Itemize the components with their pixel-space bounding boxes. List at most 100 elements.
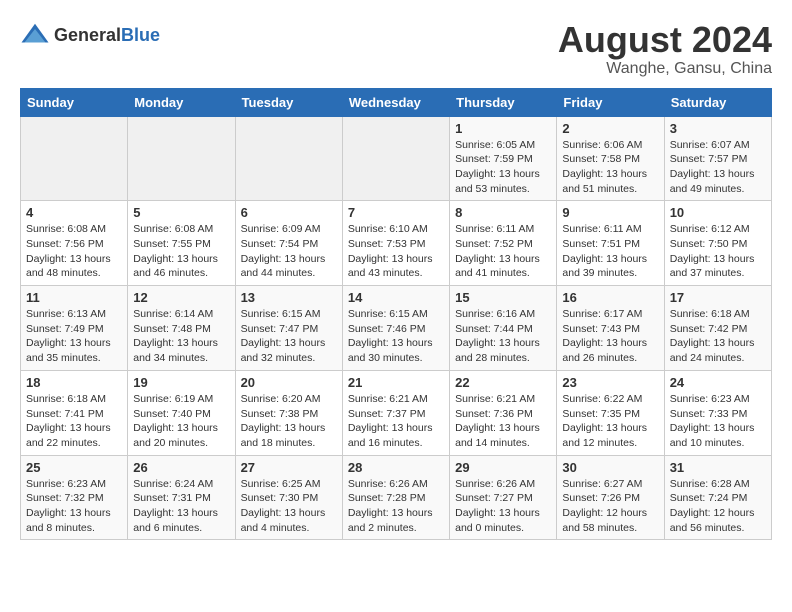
day-info: Sunrise: 6:26 AM Sunset: 7:27 PM Dayligh… <box>455 477 551 536</box>
day-info: Sunrise: 6:22 AM Sunset: 7:35 PM Dayligh… <box>562 392 658 451</box>
calendar-cell <box>235 116 342 201</box>
day-number: 21 <box>348 375 444 390</box>
day-info: Sunrise: 6:06 AM Sunset: 7:58 PM Dayligh… <box>562 138 658 197</box>
day-info: Sunrise: 6:16 AM Sunset: 7:44 PM Dayligh… <box>455 307 551 366</box>
calendar-cell: 2 Sunrise: 6:06 AM Sunset: 7:58 PM Daylig… <box>557 116 664 201</box>
day-number: 26 <box>133 460 229 475</box>
calendar-cell: 19 Sunrise: 6:19 AM Sunset: 7:40 PM Dayli… <box>128 370 235 455</box>
day-info: Sunrise: 6:09 AM Sunset: 7:54 PM Dayligh… <box>241 222 337 281</box>
calendar-body: 1 Sunrise: 6:05 AM Sunset: 7:59 PM Daylig… <box>21 116 772 540</box>
calendar-header: SundayMondayTuesdayWednesdayThursdayFrid… <box>21 88 772 116</box>
day-info: Sunrise: 6:21 AM Sunset: 7:36 PM Dayligh… <box>455 392 551 451</box>
calendar-cell: 10Sunrise: 6:12 AM Sunset: 7:50 PM Dayli… <box>664 201 771 286</box>
calendar-cell: 4 Sunrise: 6:08 AM Sunset: 7:56 PM Daylig… <box>21 201 128 286</box>
day-number: 11 <box>26 290 122 305</box>
day-info: Sunrise: 6:21 AM Sunset: 7:37 PM Dayligh… <box>348 392 444 451</box>
calendar-cell: 25 Sunrise: 6:23 AM Sunset: 7:32 PM Dayli… <box>21 455 128 540</box>
day-info: Sunrise: 6:08 AM Sunset: 7:55 PM Dayligh… <box>133 222 229 281</box>
day-info: Sunrise: 6:18 AM Sunset: 7:41 PM Dayligh… <box>26 392 122 451</box>
calendar-cell: 12 Sunrise: 6:14 AM Sunset: 7:48 PM Dayli… <box>128 286 235 371</box>
calendar-cell: 9Sunrise: 6:11 AM Sunset: 7:51 PM Daylig… <box>557 201 664 286</box>
day-number: 14 <box>348 290 444 305</box>
day-number: 15 <box>455 290 551 305</box>
logo-general: General <box>54 25 121 45</box>
day-info: Sunrise: 6:08 AM Sunset: 7:56 PM Dayligh… <box>26 222 122 281</box>
calendar-cell: 29 Sunrise: 6:26 AM Sunset: 7:27 PM Dayli… <box>450 455 557 540</box>
calendar-cell: 30 Sunrise: 6:27 AM Sunset: 7:26 PM Dayli… <box>557 455 664 540</box>
day-info: Sunrise: 6:15 AM Sunset: 7:47 PM Dayligh… <box>241 307 337 366</box>
day-number: 22 <box>455 375 551 390</box>
day-number: 5 <box>133 205 229 220</box>
week-row-5: 25 Sunrise: 6:23 AM Sunset: 7:32 PM Dayli… <box>21 455 772 540</box>
calendar-cell: 27 Sunrise: 6:25 AM Sunset: 7:30 PM Dayli… <box>235 455 342 540</box>
day-info: Sunrise: 6:07 AM Sunset: 7:57 PM Dayligh… <box>670 138 766 197</box>
day-number: 29 <box>455 460 551 475</box>
logo-blue: Blue <box>121 25 160 45</box>
day-number: 2 <box>562 121 658 136</box>
day-info: Sunrise: 6:23 AM Sunset: 7:32 PM Dayligh… <box>26 477 122 536</box>
day-info: Sunrise: 6:27 AM Sunset: 7:26 PM Dayligh… <box>562 477 658 536</box>
calendar-cell <box>21 116 128 201</box>
calendar-cell: 18 Sunrise: 6:18 AM Sunset: 7:41 PM Dayli… <box>21 370 128 455</box>
week-row-1: 1 Sunrise: 6:05 AM Sunset: 7:59 PM Daylig… <box>21 116 772 201</box>
day-number: 24 <box>670 375 766 390</box>
calendar-cell: 6Sunrise: 6:09 AM Sunset: 7:54 PM Daylig… <box>235 201 342 286</box>
day-number: 12 <box>133 290 229 305</box>
calendar-cell <box>342 116 449 201</box>
calendar-cell: 21 Sunrise: 6:21 AM Sunset: 7:37 PM Dayli… <box>342 370 449 455</box>
week-row-2: 4 Sunrise: 6:08 AM Sunset: 7:56 PM Daylig… <box>21 201 772 286</box>
header-row: SundayMondayTuesdayWednesdayThursdayFrid… <box>21 88 772 116</box>
day-info: Sunrise: 6:24 AM Sunset: 7:31 PM Dayligh… <box>133 477 229 536</box>
title-block: August 2024 Wanghe, Gansu, China <box>558 20 772 78</box>
day-info: Sunrise: 6:11 AM Sunset: 7:52 PM Dayligh… <box>455 222 551 281</box>
day-number: 25 <box>26 460 122 475</box>
logo-text: GeneralBlue <box>54 25 160 46</box>
day-info: Sunrise: 6:20 AM Sunset: 7:38 PM Dayligh… <box>241 392 337 451</box>
calendar-cell: 23 Sunrise: 6:22 AM Sunset: 7:35 PM Dayli… <box>557 370 664 455</box>
calendar-cell: 11 Sunrise: 6:13 AM Sunset: 7:49 PM Dayli… <box>21 286 128 371</box>
day-number: 23 <box>562 375 658 390</box>
calendar-cell: 7Sunrise: 6:10 AM Sunset: 7:53 PM Daylig… <box>342 201 449 286</box>
day-number: 16 <box>562 290 658 305</box>
day-number: 4 <box>26 205 122 220</box>
week-row-4: 18 Sunrise: 6:18 AM Sunset: 7:41 PM Dayli… <box>21 370 772 455</box>
header-day-tuesday: Tuesday <box>235 88 342 116</box>
day-info: Sunrise: 6:25 AM Sunset: 7:30 PM Dayligh… <box>241 477 337 536</box>
day-number: 17 <box>670 290 766 305</box>
calendar-cell: 5 Sunrise: 6:08 AM Sunset: 7:55 PM Daylig… <box>128 201 235 286</box>
day-info: Sunrise: 6:10 AM Sunset: 7:53 PM Dayligh… <box>348 222 444 281</box>
day-info: Sunrise: 6:19 AM Sunset: 7:40 PM Dayligh… <box>133 392 229 451</box>
day-info: Sunrise: 6:05 AM Sunset: 7:59 PM Dayligh… <box>455 138 551 197</box>
calendar-cell: 8 Sunrise: 6:11 AM Sunset: 7:52 PM Daylig… <box>450 201 557 286</box>
day-number: 30 <box>562 460 658 475</box>
week-row-3: 11 Sunrise: 6:13 AM Sunset: 7:49 PM Dayli… <box>21 286 772 371</box>
day-info: Sunrise: 6:18 AM Sunset: 7:42 PM Dayligh… <box>670 307 766 366</box>
day-info: Sunrise: 6:14 AM Sunset: 7:48 PM Dayligh… <box>133 307 229 366</box>
logo-icon <box>20 20 50 50</box>
day-number: 18 <box>26 375 122 390</box>
header-day-saturday: Saturday <box>664 88 771 116</box>
calendar-cell <box>128 116 235 201</box>
calendar-cell: 26 Sunrise: 6:24 AM Sunset: 7:31 PM Dayli… <box>128 455 235 540</box>
calendar-cell: 14Sunrise: 6:15 AM Sunset: 7:46 PM Dayli… <box>342 286 449 371</box>
day-number: 28 <box>348 460 444 475</box>
day-number: 1 <box>455 121 551 136</box>
header-day-wednesday: Wednesday <box>342 88 449 116</box>
calendar-cell: 16Sunrise: 6:17 AM Sunset: 7:43 PM Dayli… <box>557 286 664 371</box>
calendar-cell: 22 Sunrise: 6:21 AM Sunset: 7:36 PM Dayli… <box>450 370 557 455</box>
calendar-cell: 13Sunrise: 6:15 AM Sunset: 7:47 PM Dayli… <box>235 286 342 371</box>
month-year-title: August 2024 <box>558 20 772 60</box>
calendar-cell: 1 Sunrise: 6:05 AM Sunset: 7:59 PM Daylig… <box>450 116 557 201</box>
calendar-cell: 17 Sunrise: 6:18 AM Sunset: 7:42 PM Dayli… <box>664 286 771 371</box>
calendar-cell: 24Sunrise: 6:23 AM Sunset: 7:33 PM Dayli… <box>664 370 771 455</box>
header-day-thursday: Thursday <box>450 88 557 116</box>
day-info: Sunrise: 6:13 AM Sunset: 7:49 PM Dayligh… <box>26 307 122 366</box>
day-number: 8 <box>455 205 551 220</box>
header-day-monday: Monday <box>128 88 235 116</box>
day-number: 9 <box>562 205 658 220</box>
calendar-table: SundayMondayTuesdayWednesdayThursdayFrid… <box>20 88 772 541</box>
day-number: 3 <box>670 121 766 136</box>
day-number: 19 <box>133 375 229 390</box>
day-number: 27 <box>241 460 337 475</box>
calendar-cell: 31Sunrise: 6:28 AM Sunset: 7:24 PM Dayli… <box>664 455 771 540</box>
